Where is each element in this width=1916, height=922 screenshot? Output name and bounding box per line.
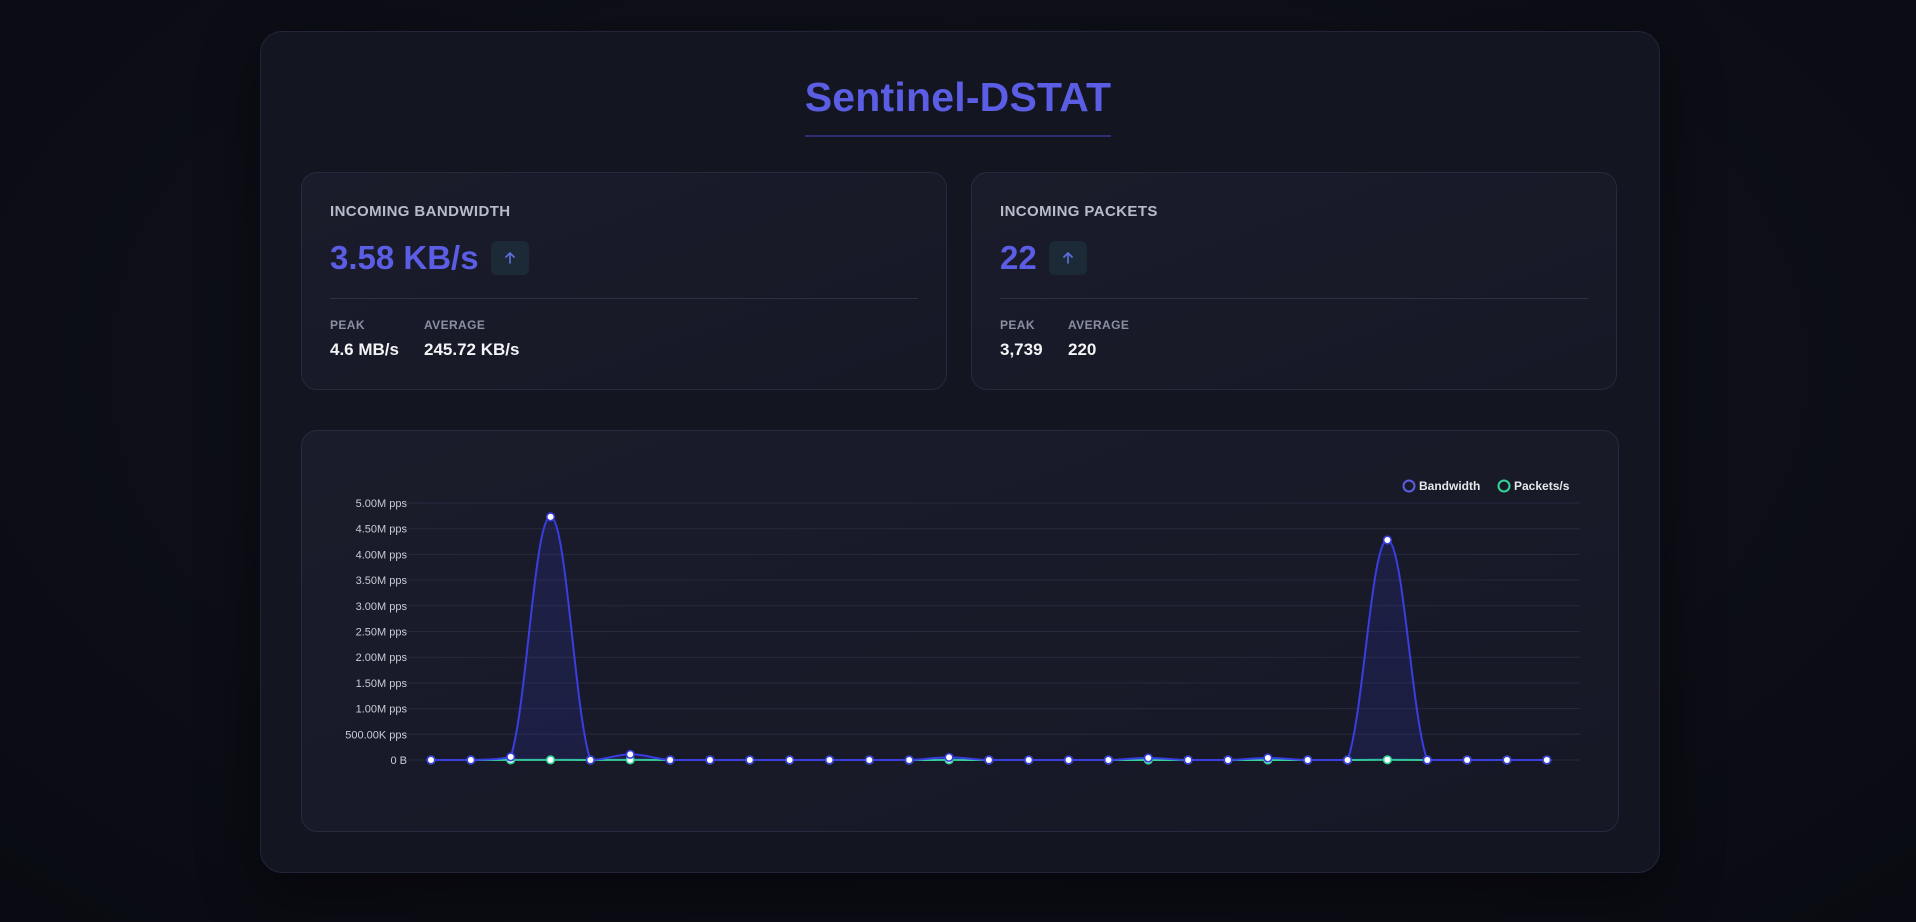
y-tick-label: 4.00M pps (356, 549, 408, 561)
bandwidth-point[interactable] (745, 755, 755, 765)
chart-legend[interactable]: Bandwidth Packets/s (1402, 479, 1570, 493)
card-label: INCOMING PACKETS (1000, 203, 1158, 220)
bandwidth-point[interactable] (705, 755, 715, 765)
bandwidth-point[interactable] (506, 752, 516, 762)
stat-value: 4.6 MB/s (330, 340, 399, 359)
bandwidth-point[interactable] (426, 755, 436, 765)
bandwidth-point[interactable] (984, 755, 994, 765)
stat-label: PEAK (330, 318, 365, 332)
card-divider (330, 298, 918, 299)
bandwidth-point[interactable] (904, 755, 914, 765)
bandwidth-point[interactable] (1143, 753, 1153, 763)
traffic-chart-card: 0 B 500.00K pps 1.00M pps 1.50M pps 2.00M pp… (301, 430, 1619, 832)
bandwidth-legend-marker[interactable] (1402, 479, 1416, 493)
packets-legend-label[interactable]: Packets/s (1514, 479, 1570, 493)
stat-value: 3,739 (1000, 340, 1043, 359)
packets-value: 22 (1000, 239, 1037, 276)
y-tick-label: 500.00K pps (345, 729, 407, 741)
bandwidth-point[interactable] (1263, 753, 1273, 763)
peak-stat: PEAK 3,739 (1000, 318, 1043, 360)
bandwidth-point[interactable] (864, 755, 874, 765)
y-tick-label: 3.50M pps (356, 575, 408, 587)
bandwidth-point[interactable] (1063, 755, 1074, 765)
stat-value: 220 (1068, 340, 1097, 359)
bandwidth-point[interactable] (1382, 535, 1392, 545)
peak-stat: PEAK 4.6 MB/s (330, 318, 399, 360)
trend-up-badge (491, 241, 529, 275)
bandwidth-point[interactable] (785, 755, 795, 765)
bandwidth-point[interactable] (944, 752, 954, 763)
bandwidth-point[interactable] (545, 512, 556, 522)
y-tick-label: 0 B (390, 755, 407, 767)
arrow-up-icon (505, 252, 515, 264)
trend-up-badge (1049, 241, 1087, 275)
title-wrapper: Sentinel-DSTAT (0, 74, 1916, 137)
bandwidth-point[interactable] (1303, 755, 1313, 765)
average-stat: AVERAGE 220 (1068, 318, 1129, 360)
packets-point[interactable] (1382, 755, 1392, 765)
stat-label: AVERAGE (424, 318, 486, 332)
stat-label: AVERAGE (1068, 318, 1130, 332)
average-stat: AVERAGE 245.72 KB/s (424, 318, 519, 360)
y-tick-label: 1.50M pps (356, 678, 408, 690)
bandwidth-point[interactable] (1422, 755, 1432, 765)
y-axis-labels: 0 B 500.00K pps 1.00M pps 1.50M pps 2.00M pp… (345, 498, 407, 767)
bandwidth-point[interactable] (1342, 755, 1353, 765)
bandwidth-point[interactable] (625, 749, 635, 759)
y-tick-label: 5.00M pps (356, 498, 408, 510)
bandwidth-point[interactable] (1024, 755, 1034, 765)
bandwidth-point[interactable] (1103, 755, 1114, 765)
packets-legend-marker[interactable] (1497, 479, 1511, 493)
bandwidth-point[interactable] (466, 755, 476, 765)
y-tick-label: 2.50M pps (356, 627, 408, 639)
y-tick-label: 3.00M pps (356, 601, 408, 613)
y-tick-label: 2.00M pps (356, 652, 408, 664)
bandwidth-point[interactable] (1502, 755, 1512, 765)
bandwidth-point[interactable] (1183, 755, 1193, 765)
card-divider (1000, 298, 1588, 299)
bandwidth-point[interactable] (665, 755, 675, 765)
incoming-packets-card: INCOMING PACKETS 22 PEAK 3,739 AVERAGE 2… (971, 172, 1617, 390)
bandwidth-point[interactable] (585, 755, 596, 765)
bandwidth-point[interactable] (1223, 755, 1233, 765)
bandwidth-point[interactable] (1542, 755, 1552, 765)
bandwidth-point[interactable] (1462, 755, 1472, 765)
packets-point[interactable] (545, 755, 556, 765)
chart-series (426, 512, 1552, 765)
incoming-bandwidth-card: INCOMING BANDWIDTH 3.58 KB/s PEAK 4.6 MB… (301, 172, 947, 390)
y-tick-label: 4.50M pps (356, 524, 408, 536)
arrow-up-icon (1063, 252, 1073, 264)
bandwidth-value: 3.58 KB/s (330, 239, 479, 276)
y-tick-label: 1.00M pps (356, 704, 408, 716)
bandwidth-legend-label[interactable]: Bandwidth (1419, 479, 1480, 493)
stat-label: PEAK (1000, 318, 1035, 332)
stat-value: 245.72 KB/s (424, 340, 520, 359)
page-title: Sentinel-DSTAT (804, 74, 1112, 137)
card-label: INCOMING BANDWIDTH (330, 203, 511, 220)
traffic-line-chart: 0 B 500.00K pps 1.00M pps 1.50M pps 2.00M pp… (345, 479, 1580, 767)
bandwidth-point[interactable] (824, 755, 835, 765)
